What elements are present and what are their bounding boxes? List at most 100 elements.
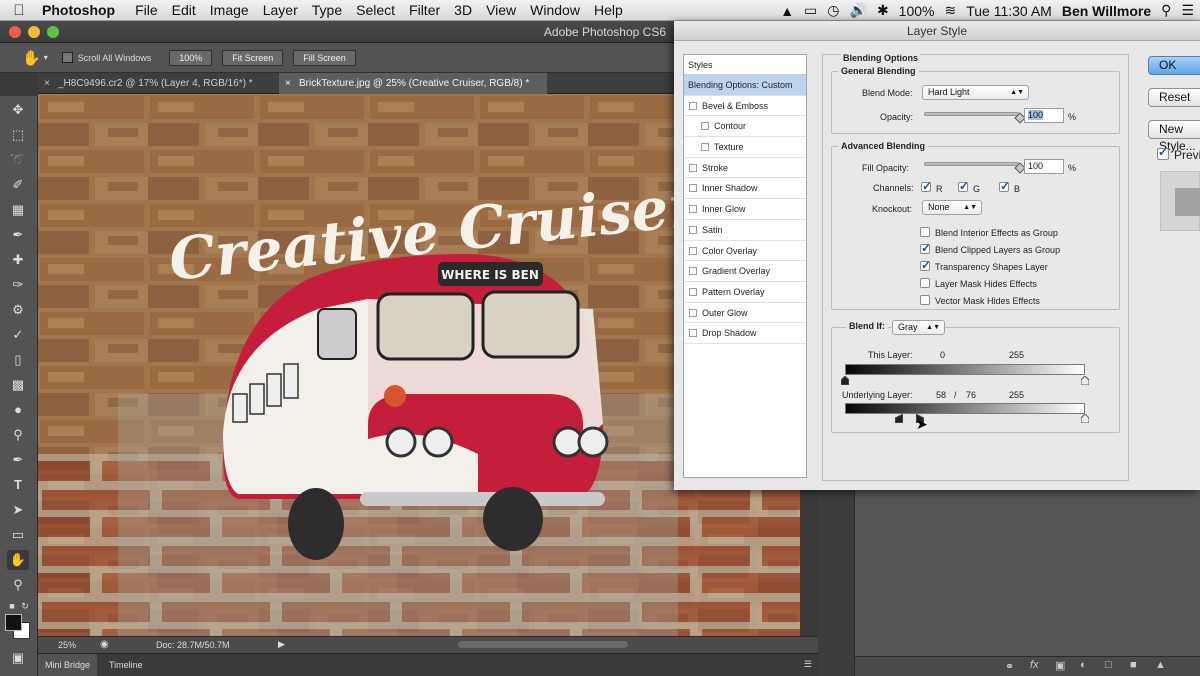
apple-icon[interactable]:  <box>0 2 38 19</box>
user-name[interactable]: Ben Willmore <box>1062 3 1151 19</box>
style-outer-glow[interactable]: Outer Glow <box>684 303 806 324</box>
add-mask-icon[interactable]: ▣ <box>1055 659 1065 672</box>
channel-g-checkbox[interactable] <box>958 179 969 193</box>
style-inner-shadow[interactable]: Inner Shadow <box>684 178 806 200</box>
scroll-all-windows-checkbox[interactable] <box>61 52 73 63</box>
status-app-icon[interactable]: ▲ <box>780 3 794 19</box>
minimize-window-icon[interactable] <box>28 26 40 38</box>
close-tab-icon[interactable]: × <box>44 73 50 94</box>
style-checkbox[interactable] <box>689 101 697 110</box>
menu-layer[interactable]: Layer <box>256 2 305 18</box>
opacity-input[interactable]: 100 <box>1024 108 1064 123</box>
hand-tool-icon[interactable]: ✋ <box>7 550 29 570</box>
quick-mask-icon[interactable]: ▣ <box>7 648 29 668</box>
style-gradient-overlay[interactable]: Gradient Overlay <box>684 261 806 282</box>
fill-opacity-input[interactable]: 100 <box>1024 159 1064 174</box>
style-satin[interactable]: Satin <box>684 220 806 241</box>
status-menu-arrow-icon[interactable]: ▶ <box>278 639 285 650</box>
eyedropper-tool-icon[interactable]: ✒ <box>7 225 29 245</box>
horizontal-scrollbar[interactable] <box>458 641 628 648</box>
marquee-tool-icon[interactable]: ⬚ <box>7 125 29 145</box>
this-layer-white-slider[interactable] <box>1081 376 1089 385</box>
menu-file[interactable]: File <box>128 2 165 18</box>
style-texture[interactable]: Texture <box>684 137 806 158</box>
add-layer-style-icon[interactable]: fx <box>1030 659 1039 671</box>
dodge-tool-icon[interactable]: ⚲ <box>7 425 29 445</box>
airplay-icon[interactable]: ▭ <box>804 2 817 19</box>
style-pattern-overlay[interactable]: Pattern Overlay <box>684 282 806 303</box>
lasso-tool-icon[interactable]: ➰ <box>7 150 29 170</box>
time-machine-icon[interactable]: ◷ <box>827 2 839 19</box>
shape-tool-icon[interactable]: ▭ <box>7 525 29 545</box>
menu-window[interactable]: Window <box>523 2 587 18</box>
spotlight-icon[interactable]: ⚲ <box>1161 2 1171 19</box>
menu-select[interactable]: Select <box>349 2 402 18</box>
style-color-overlay[interactable]: Color Overlay <box>684 241 806 262</box>
style-checkbox[interactable] <box>689 287 697 296</box>
close-tab-icon[interactable]: × <box>285 73 291 94</box>
hand-tool-icon[interactable]: ✋ <box>22 49 41 67</box>
link-layers-icon[interactable]: ⚭ <box>1005 660 1014 673</box>
crop-tool-icon[interactable]: ▦ <box>7 200 29 220</box>
vector-mask-hides-checkbox[interactable] <box>920 295 930 305</box>
brush-tool-icon[interactable]: ✑ <box>7 275 29 295</box>
menu-image[interactable]: Image <box>203 2 256 18</box>
panel-menu-icon[interactable]: ☰ <box>804 659 812 670</box>
ok-button[interactable]: OK <box>1148 56 1200 75</box>
style-drop-shadow[interactable]: Drop Shadow <box>684 323 806 344</box>
layer-mask-hides-checkbox[interactable] <box>920 278 930 288</box>
channel-b-checkbox[interactable] <box>999 179 1010 193</box>
menu-edit[interactable]: Edit <box>165 2 203 18</box>
styles-header[interactable]: Styles <box>684 55 806 75</box>
foreground-color-swatch[interactable] <box>5 614 22 631</box>
wifi-icon[interactable]: ≋ <box>944 2 956 19</box>
channel-r-checkbox[interactable] <box>921 179 932 193</box>
style-checkbox[interactable] <box>689 308 697 317</box>
zoom-level[interactable]: 25% <box>58 640 76 650</box>
quick-selection-tool-icon[interactable]: ✐ <box>7 175 29 195</box>
bluetooth-icon[interactable]: ✱ <box>877 2 889 19</box>
clone-stamp-tool-icon[interactable]: ⚙ <box>7 300 29 320</box>
tab-brick-texture[interactable]: × BrickTexture.jpg @ 25% (Creative Cruis… <box>279 73 547 94</box>
opacity-slider[interactable] <box>924 112 1019 116</box>
style-checkbox[interactable] <box>701 122 709 131</box>
style-contour[interactable]: Contour <box>684 116 806 138</box>
adjustment-layer-icon[interactable]: ◐ <box>1080 659 1087 671</box>
new-group-icon[interactable]: □ <box>1105 659 1112 671</box>
battery-status[interactable]: 100% <box>899 3 935 19</box>
healing-brush-tool-icon[interactable]: ✚ <box>7 250 29 270</box>
underlying-black-slider-left-half[interactable] <box>895 414 903 423</box>
gradient-tool-icon[interactable]: ▩ <box>7 375 29 395</box>
delete-layer-icon[interactable]: ▲ <box>1155 659 1166 671</box>
style-checkbox[interactable] <box>689 184 697 193</box>
blend-interior-effects-checkbox[interactable] <box>920 227 930 237</box>
fill-screen-button[interactable]: Fill Screen <box>293 49 356 66</box>
this-layer-black-slider[interactable] <box>841 376 849 385</box>
style-stroke[interactable]: Stroke <box>684 158 806 179</box>
eraser-tool-icon[interactable]: ▯ <box>7 350 29 370</box>
transparency-shapes-checkbox[interactable] <box>920 258 931 272</box>
zoom-100-button[interactable]: 100% <box>169 49 213 66</box>
preview-checkbox[interactable] <box>1157 145 1169 160</box>
pen-tool-icon[interactable]: ✒ <box>7 450 29 470</box>
style-blending-options[interactable]: Blending Options: Custom <box>684 75 806 96</box>
tab-raw-document[interactable]: × _H8C9496.cr2 @ 17% (Layer 4, RGB/16*) … <box>38 73 278 94</box>
menu-help[interactable]: Help <box>587 2 630 18</box>
swap-colors-icon[interactable]: ↻ <box>20 596 30 616</box>
fit-screen-button[interactable]: Fit Screen <box>222 49 284 66</box>
zoom-tool-icon[interactable]: ⚲ <box>7 575 29 595</box>
tab-mini-bridge[interactable]: Mini Bridge <box>38 654 98 676</box>
notification-center-icon[interactable]: ☰ <box>1181 2 1194 19</box>
history-brush-tool-icon[interactable]: ✓ <box>7 325 29 345</box>
move-tool-icon[interactable]: ✥ <box>7 100 29 120</box>
app-menu[interactable]: Photoshop <box>38 2 128 18</box>
menu-3d[interactable]: 3D <box>447 2 479 18</box>
style-checkbox[interactable] <box>689 205 697 214</box>
menu-type[interactable]: Type <box>305 2 349 18</box>
zoom-window-icon[interactable] <box>47 26 59 38</box>
style-checkbox[interactable] <box>689 329 697 338</box>
path-selection-tool-icon[interactable]: ➤ <box>7 500 29 520</box>
volume-icon[interactable]: 🔊 <box>850 2 867 19</box>
status-info-icon[interactable]: ◉ <box>100 639 109 650</box>
style-bevel-emboss[interactable]: Bevel & Emboss <box>684 96 806 117</box>
